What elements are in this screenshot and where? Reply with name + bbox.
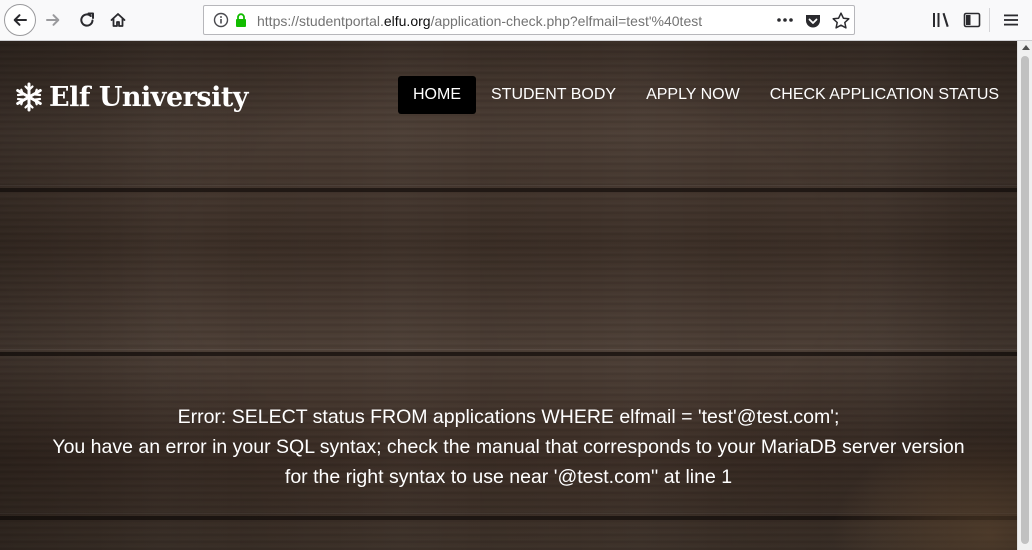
url-prefix: https://studentportal. [257,13,384,29]
site-brand-name: Elf University [49,81,249,113]
url-path: /application-check.php?elfmail=test'%40t… [430,13,703,29]
back-button[interactable] [4,4,36,36]
nav-apply-now[interactable]: APPLY NOW [631,76,755,114]
url-bar[interactable]: https://studentportal.elfu.org/applicati… [203,5,855,35]
toolbar-separator [989,8,990,32]
lock-icon[interactable] [233,12,249,28]
snowflake-icon [16,82,42,112]
page-viewport: Elf University HOME STUDENT BODY APPLY N… [0,41,1017,550]
scroll-thumb[interactable] [1021,56,1029,544]
url-fade [714,8,746,32]
home-icon [110,13,126,27]
forward-button[interactable] [38,5,68,35]
url-text[interactable]: https://studentportal.elfu.org/applicati… [257,12,744,30]
site-logo[interactable]: Elf University [14,79,249,115]
more-dots-icon[interactable] [775,11,795,29]
error-line-location: for the right syntax to use near '@test.… [284,466,733,488]
scroll-up-arrow-icon[interactable] [1022,45,1030,50]
info-icon[interactable] [213,12,229,28]
browser-toolbar: https://studentportal.elfu.org/applicati… [0,0,1032,41]
star-icon[interactable] [831,11,851,31]
url-domain: elfu.org [383,13,431,29]
site-nav: HOME STUDENT BODY APPLY NOW CHECK APPLIC… [398,76,1014,114]
pocket-icon[interactable] [804,12,822,30]
sidebar-icon[interactable] [963,11,981,29]
library-icon[interactable] [931,11,951,29]
reload-button[interactable] [72,5,102,35]
forward-arrow-icon [46,14,60,26]
error-line-syntax: You have an error in your SQL syntax; ch… [52,436,965,458]
nav-student-body[interactable]: STUDENT BODY [476,76,631,114]
sql-error-message: Error: SELECT status FROM applications W… [0,402,1017,492]
nav-home[interactable]: HOME [398,76,476,114]
nav-check-application-status[interactable]: CHECK APPLICATION STATUS [755,76,1014,114]
error-line-query: Error: SELECT status FROM applications W… [177,406,840,428]
hamburger-menu-icon[interactable] [1002,11,1020,29]
reload-icon [80,12,94,27]
home-button[interactable] [103,5,133,35]
back-arrow-icon [13,14,27,26]
page-scrollbar[interactable] [1017,41,1032,550]
